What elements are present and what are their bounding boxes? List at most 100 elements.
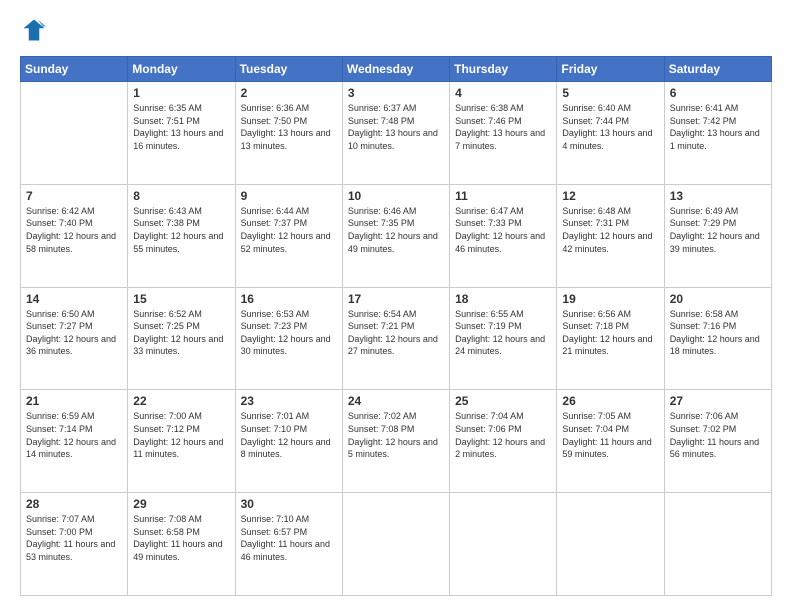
day-info: Sunrise: 6:44 AMSunset: 7:37 PMDaylight:… [241, 205, 337, 255]
day-number: 28 [26, 497, 122, 511]
calendar-cell: 28 Sunrise: 7:07 AMSunset: 7:00 PMDaylig… [21, 493, 128, 596]
day-info: Sunrise: 7:06 AMSunset: 7:02 PMDaylight:… [670, 410, 766, 460]
header-friday: Friday [557, 57, 664, 82]
day-info: Sunrise: 7:02 AMSunset: 7:08 PMDaylight:… [348, 410, 444, 460]
day-number: 3 [348, 86, 444, 100]
calendar-header-row: SundayMondayTuesdayWednesdayThursdayFrid… [21, 57, 772, 82]
calendar-cell: 20 Sunrise: 6:58 AMSunset: 7:16 PMDaylig… [664, 287, 771, 390]
calendar-cell: 10 Sunrise: 6:46 AMSunset: 7:35 PMDaylig… [342, 184, 449, 287]
day-number: 26 [562, 394, 658, 408]
calendar-cell [664, 493, 771, 596]
day-number: 9 [241, 189, 337, 203]
day-info: Sunrise: 6:38 AMSunset: 7:46 PMDaylight:… [455, 102, 551, 152]
calendar-cell: 30 Sunrise: 7:10 AMSunset: 6:57 PMDaylig… [235, 493, 342, 596]
calendar-cell: 6 Sunrise: 6:41 AMSunset: 7:42 PMDayligh… [664, 82, 771, 185]
calendar-cell: 15 Sunrise: 6:52 AMSunset: 7:25 PMDaylig… [128, 287, 235, 390]
day-number: 12 [562, 189, 658, 203]
day-info: Sunrise: 6:50 AMSunset: 7:27 PMDaylight:… [26, 308, 122, 358]
calendar-cell [557, 493, 664, 596]
calendar-cell: 2 Sunrise: 6:36 AMSunset: 7:50 PMDayligh… [235, 82, 342, 185]
calendar-table: SundayMondayTuesdayWednesdayThursdayFrid… [20, 56, 772, 596]
day-number: 13 [670, 189, 766, 203]
day-info: Sunrise: 7:05 AMSunset: 7:04 PMDaylight:… [562, 410, 658, 460]
day-info: Sunrise: 6:35 AMSunset: 7:51 PMDaylight:… [133, 102, 229, 152]
day-number: 15 [133, 292, 229, 306]
day-number: 23 [241, 394, 337, 408]
day-info: Sunrise: 7:00 AMSunset: 7:12 PMDaylight:… [133, 410, 229, 460]
day-info: Sunrise: 6:55 AMSunset: 7:19 PMDaylight:… [455, 308, 551, 358]
header-wednesday: Wednesday [342, 57, 449, 82]
calendar-cell: 7 Sunrise: 6:42 AMSunset: 7:40 PMDayligh… [21, 184, 128, 287]
header-monday: Monday [128, 57, 235, 82]
day-info: Sunrise: 6:47 AMSunset: 7:33 PMDaylight:… [455, 205, 551, 255]
day-number: 25 [455, 394, 551, 408]
day-number: 19 [562, 292, 658, 306]
calendar-cell: 5 Sunrise: 6:40 AMSunset: 7:44 PMDayligh… [557, 82, 664, 185]
day-info: Sunrise: 7:04 AMSunset: 7:06 PMDaylight:… [455, 410, 551, 460]
day-info: Sunrise: 7:10 AMSunset: 6:57 PMDaylight:… [241, 513, 337, 563]
calendar-cell: 24 Sunrise: 7:02 AMSunset: 7:08 PMDaylig… [342, 390, 449, 493]
day-number: 6 [670, 86, 766, 100]
day-number: 10 [348, 189, 444, 203]
header-sunday: Sunday [21, 57, 128, 82]
calendar-cell: 23 Sunrise: 7:01 AMSunset: 7:10 PMDaylig… [235, 390, 342, 493]
day-info: Sunrise: 6:49 AMSunset: 7:29 PMDaylight:… [670, 205, 766, 255]
header-tuesday: Tuesday [235, 57, 342, 82]
page: SundayMondayTuesdayWednesdayThursdayFrid… [0, 0, 792, 612]
calendar-cell: 11 Sunrise: 6:47 AMSunset: 7:33 PMDaylig… [450, 184, 557, 287]
day-number: 22 [133, 394, 229, 408]
day-number: 1 [133, 86, 229, 100]
day-info: Sunrise: 7:07 AMSunset: 7:00 PMDaylight:… [26, 513, 122, 563]
day-number: 16 [241, 292, 337, 306]
day-info: Sunrise: 6:37 AMSunset: 7:48 PMDaylight:… [348, 102, 444, 152]
day-number: 11 [455, 189, 551, 203]
calendar-cell: 26 Sunrise: 7:05 AMSunset: 7:04 PMDaylig… [557, 390, 664, 493]
calendar-cell: 14 Sunrise: 6:50 AMSunset: 7:27 PMDaylig… [21, 287, 128, 390]
day-info: Sunrise: 7:08 AMSunset: 6:58 PMDaylight:… [133, 513, 229, 563]
day-info: Sunrise: 6:46 AMSunset: 7:35 PMDaylight:… [348, 205, 444, 255]
day-info: Sunrise: 6:42 AMSunset: 7:40 PMDaylight:… [26, 205, 122, 255]
calendar-cell: 8 Sunrise: 6:43 AMSunset: 7:38 PMDayligh… [128, 184, 235, 287]
day-number: 5 [562, 86, 658, 100]
calendar-cell: 27 Sunrise: 7:06 AMSunset: 7:02 PMDaylig… [664, 390, 771, 493]
calendar-cell: 19 Sunrise: 6:56 AMSunset: 7:18 PMDaylig… [557, 287, 664, 390]
calendar-cell: 4 Sunrise: 6:38 AMSunset: 7:46 PMDayligh… [450, 82, 557, 185]
day-number: 24 [348, 394, 444, 408]
week-row-0: 1 Sunrise: 6:35 AMSunset: 7:51 PMDayligh… [21, 82, 772, 185]
calendar-cell: 21 Sunrise: 6:59 AMSunset: 7:14 PMDaylig… [21, 390, 128, 493]
day-info: Sunrise: 6:53 AMSunset: 7:23 PMDaylight:… [241, 308, 337, 358]
calendar-cell: 17 Sunrise: 6:54 AMSunset: 7:21 PMDaylig… [342, 287, 449, 390]
day-number: 21 [26, 394, 122, 408]
calendar-cell: 9 Sunrise: 6:44 AMSunset: 7:37 PMDayligh… [235, 184, 342, 287]
day-number: 18 [455, 292, 551, 306]
day-info: Sunrise: 6:48 AMSunset: 7:31 PMDaylight:… [562, 205, 658, 255]
week-row-1: 7 Sunrise: 6:42 AMSunset: 7:40 PMDayligh… [21, 184, 772, 287]
day-info: Sunrise: 6:54 AMSunset: 7:21 PMDaylight:… [348, 308, 444, 358]
calendar-cell: 16 Sunrise: 6:53 AMSunset: 7:23 PMDaylig… [235, 287, 342, 390]
week-row-4: 28 Sunrise: 7:07 AMSunset: 7:00 PMDaylig… [21, 493, 772, 596]
header-thursday: Thursday [450, 57, 557, 82]
calendar-cell [450, 493, 557, 596]
day-info: Sunrise: 6:41 AMSunset: 7:42 PMDaylight:… [670, 102, 766, 152]
day-info: Sunrise: 6:40 AMSunset: 7:44 PMDaylight:… [562, 102, 658, 152]
day-info: Sunrise: 6:59 AMSunset: 7:14 PMDaylight:… [26, 410, 122, 460]
day-info: Sunrise: 7:01 AMSunset: 7:10 PMDaylight:… [241, 410, 337, 460]
day-info: Sunrise: 6:58 AMSunset: 7:16 PMDaylight:… [670, 308, 766, 358]
calendar-cell: 12 Sunrise: 6:48 AMSunset: 7:31 PMDaylig… [557, 184, 664, 287]
week-row-2: 14 Sunrise: 6:50 AMSunset: 7:27 PMDaylig… [21, 287, 772, 390]
day-number: 14 [26, 292, 122, 306]
day-number: 8 [133, 189, 229, 203]
calendar-cell [342, 493, 449, 596]
day-number: 17 [348, 292, 444, 306]
header [20, 16, 772, 44]
day-info: Sunrise: 6:43 AMSunset: 7:38 PMDaylight:… [133, 205, 229, 255]
calendar-cell: 1 Sunrise: 6:35 AMSunset: 7:51 PMDayligh… [128, 82, 235, 185]
day-info: Sunrise: 6:56 AMSunset: 7:18 PMDaylight:… [562, 308, 658, 358]
calendar-cell [21, 82, 128, 185]
day-number: 30 [241, 497, 337, 511]
calendar-cell: 25 Sunrise: 7:04 AMSunset: 7:06 PMDaylig… [450, 390, 557, 493]
day-number: 4 [455, 86, 551, 100]
calendar-cell: 29 Sunrise: 7:08 AMSunset: 6:58 PMDaylig… [128, 493, 235, 596]
calendar-cell: 3 Sunrise: 6:37 AMSunset: 7:48 PMDayligh… [342, 82, 449, 185]
header-saturday: Saturday [664, 57, 771, 82]
